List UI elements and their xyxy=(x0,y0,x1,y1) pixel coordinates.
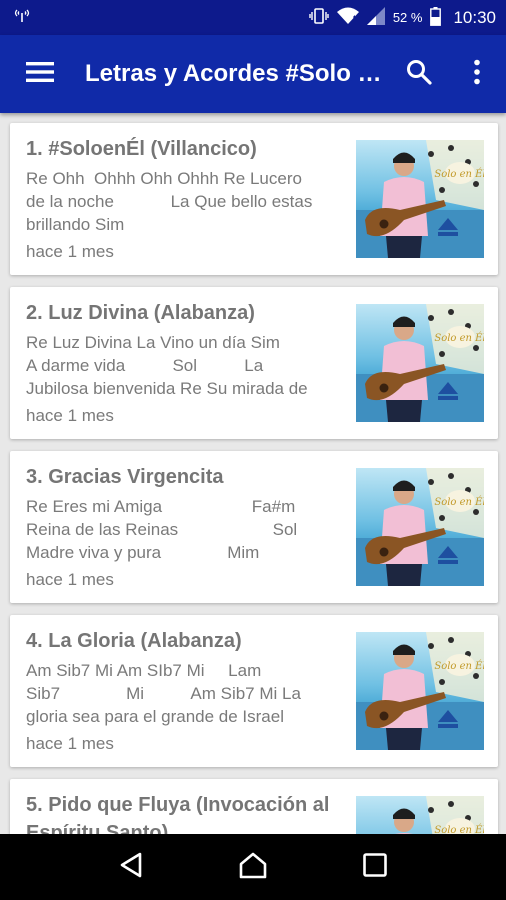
cover-logo-text: Solo en Él xyxy=(434,168,484,180)
battery-percent: 52 % xyxy=(392,10,423,25)
more-vertical-icon xyxy=(473,59,481,90)
app-bar: Letras y Acordes #Solo en Él xyxy=(0,35,506,113)
cell-signal-icon xyxy=(366,7,385,28)
wifi-icon xyxy=(336,7,359,28)
back-triangle-icon xyxy=(118,851,144,884)
overflow-menu-button[interactable] xyxy=(448,35,506,113)
album-cover-thumbnail: Solo en Él xyxy=(356,140,484,258)
song-title: 5. Pido que Fluya (Invocación al Espírit… xyxy=(26,794,330,834)
song-title: 3. Gracias Virgencita xyxy=(26,466,224,488)
song-title: 2. Luz Divina (Alabanza) xyxy=(26,302,255,324)
app-title: Letras y Acordes #Solo en Él xyxy=(85,60,390,87)
home-icon xyxy=(238,851,268,884)
album-cover-thumbnail: Solo en Él xyxy=(356,304,484,422)
search-icon xyxy=(406,59,432,90)
album-cover-thumbnail: Solo en Él xyxy=(356,632,484,750)
song-list[interactable]: 1. #SoloenÉl (Villancico) Re Ohh Ohhh Oh… xyxy=(0,113,506,834)
album-cover-thumbnail: Solo en Él xyxy=(356,796,484,834)
cover-logo-text: Solo en Él xyxy=(434,660,484,672)
cover-logo-text: Solo en Él xyxy=(434,824,484,834)
song-card[interactable]: 4. La Gloria (Alabanza) Am Sib7 Mi Am SI… xyxy=(10,615,498,767)
song-title: 1. #SoloenÉl (Villancico) xyxy=(26,138,257,160)
song-preview: Re Luz Divina La Vino un día Sim A darme… xyxy=(26,333,308,398)
clock: 10:30 xyxy=(453,7,496,27)
song-time: hace 1 mes xyxy=(26,734,114,753)
song-preview: Re Ohh Ohhh Ohh Ohhh Re Lucero de la noc… xyxy=(26,169,313,234)
back-button[interactable] xyxy=(101,837,161,897)
menu-button[interactable] xyxy=(0,35,80,113)
song-card[interactable]: 3. Gracias Virgencita Re Eres mi Amiga F… xyxy=(10,451,498,603)
recents-button[interactable] xyxy=(345,837,405,897)
song-preview: Am Sib7 Mi Am SIb7 Mi Lam Sib7 Mi Am Sib… xyxy=(26,661,301,726)
song-preview: Re Eres mi Amiga Fa#m Reina de las Reina… xyxy=(26,497,298,562)
navigation-bar xyxy=(0,834,506,900)
song-card[interactable]: 1. #SoloenÉl (Villancico) Re Ohh Ohhh Oh… xyxy=(10,123,498,275)
home-button[interactable] xyxy=(223,837,283,897)
status-bar: 52 % 10:30 xyxy=(0,0,506,35)
song-time: hace 1 mes xyxy=(26,570,114,589)
cover-logo-text: Solo en Él xyxy=(434,496,484,508)
vibrate-icon xyxy=(309,7,329,28)
cover-logo-text: Solo en Él xyxy=(434,332,484,344)
recents-square-icon xyxy=(362,852,388,883)
search-button[interactable] xyxy=(390,35,448,113)
signal-antenna-icon xyxy=(14,8,30,27)
song-card[interactable]: 2. Luz Divina (Alabanza) Re Luz Divina L… xyxy=(10,287,498,439)
battery-icon xyxy=(430,6,442,29)
song-card[interactable]: 5. Pido que Fluya (Invocación al Espírit… xyxy=(10,779,498,834)
hamburger-menu-icon xyxy=(26,61,54,88)
song-time: hace 1 mes xyxy=(26,242,114,261)
song-time: hace 1 mes xyxy=(26,406,114,425)
album-cover-thumbnail: Solo en Él xyxy=(356,468,484,586)
song-title: 4. La Gloria (Alabanza) xyxy=(26,630,242,652)
